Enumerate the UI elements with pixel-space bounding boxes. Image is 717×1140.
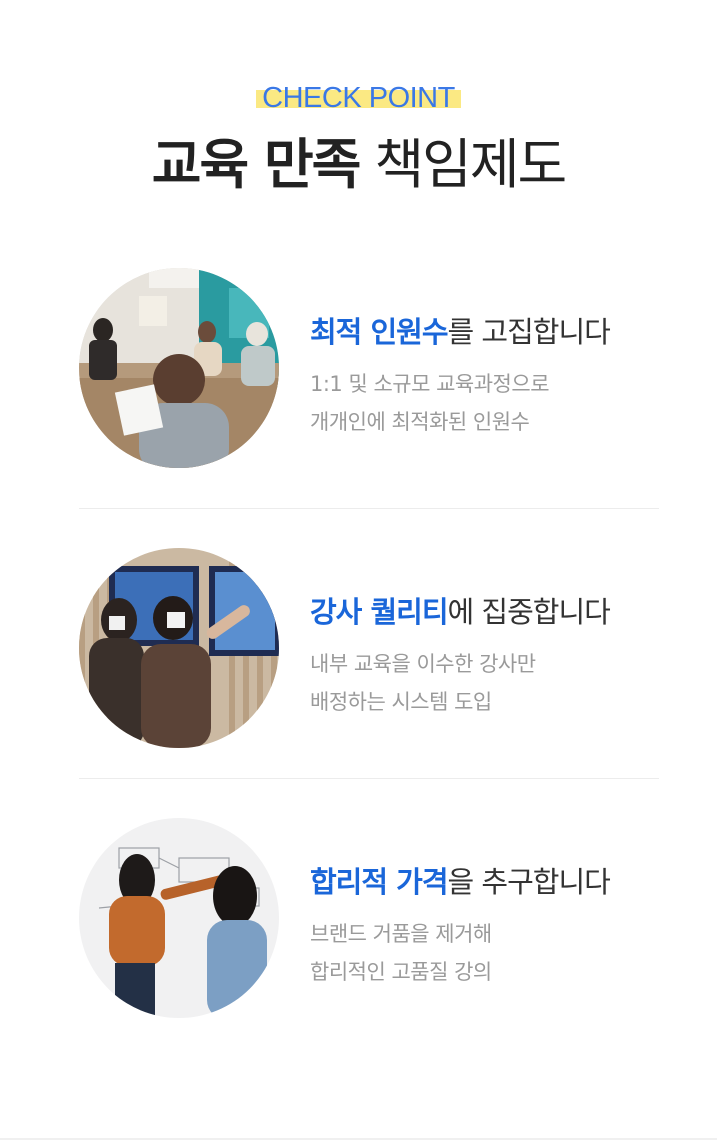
point-desc-line1-1: 1:1 및 소규모 교육과정으로 [310, 372, 550, 396]
instructor-photo [79, 548, 279, 748]
eyebrow-text: CHECK POINT [262, 82, 455, 114]
point-description-1: 1:1 및 소규모 교육과정으로 개개인에 최적화된 인원수 [310, 365, 610, 441]
point-text-2: 강사 퀄리티에 집중합니다 내부 교육을 이수한 강사만 배정하는 시스템 도입 [310, 592, 611, 721]
point-item-2: 강사 퀄리티에 집중합니다 내부 교육을 이수한 강사만 배정하는 시스템 도입 [79, 548, 659, 748]
point-description-2: 내부 교육을 이수한 강사만 배정하는 시스템 도입 [310, 645, 610, 721]
page-title: 교육 만족 책임제도 [0, 130, 717, 200]
point-desc-line1-2: 내부 교육을 이수한 강사만 [310, 652, 536, 676]
classroom-photo [79, 268, 279, 468]
eyebrow-wrap: CHECK POINT [0, 80, 717, 116]
point-heading-rest-3: 을 추구합니다 [447, 865, 611, 899]
title-light: 책임제도 [374, 133, 567, 196]
point-heading-rest-1: 를 고집합니다 [447, 315, 611, 349]
point-item-3: 합리적 가격을 추구합니다 브랜드 거품을 제거해 합리적인 고품질 강의 [79, 818, 659, 1018]
point-text-1: 최적 인원수를 고집합니다 1:1 및 소규모 교육과정으로 개개인에 최적화된… [310, 312, 611, 441]
point-heading-em-1: 최적 인원수 [310, 315, 448, 349]
point-description-3: 브랜드 거품을 제거해 합리적인 고품질 강의 [310, 915, 610, 991]
eyebrow: CHECK POINT [256, 80, 461, 116]
title-bold: 교육 만족 [151, 133, 362, 196]
divider-1 [79, 508, 659, 509]
point-heading-3: 합리적 가격을 추구합니다 [310, 862, 611, 902]
point-desc-line2-3: 합리적인 고품질 강의 [310, 960, 492, 984]
point-text-3: 합리적 가격을 추구합니다 브랜드 거품을 제거해 합리적인 고품질 강의 [310, 862, 611, 991]
point-heading-em-2: 강사 퀄리티 [310, 595, 448, 629]
point-desc-line1-3: 브랜드 거품을 제거해 [310, 922, 492, 946]
point-heading-rest-2: 에 집중합니다 [447, 595, 611, 629]
point-heading-2: 강사 퀄리티에 집중합니다 [310, 592, 611, 632]
point-desc-line2-1: 개개인에 최적화된 인원수 [310, 410, 530, 434]
divider-2 [79, 778, 659, 779]
point-desc-line2-2: 배정하는 시스템 도입 [310, 690, 492, 714]
whiteboard-photo [79, 818, 279, 1018]
point-item-1: 최적 인원수를 고집합니다 1:1 및 소규모 교육과정으로 개개인에 최적화된… [79, 268, 659, 468]
point-heading-em-3: 합리적 가격 [310, 865, 448, 899]
point-heading-1: 최적 인원수를 고집합니다 [310, 312, 611, 352]
